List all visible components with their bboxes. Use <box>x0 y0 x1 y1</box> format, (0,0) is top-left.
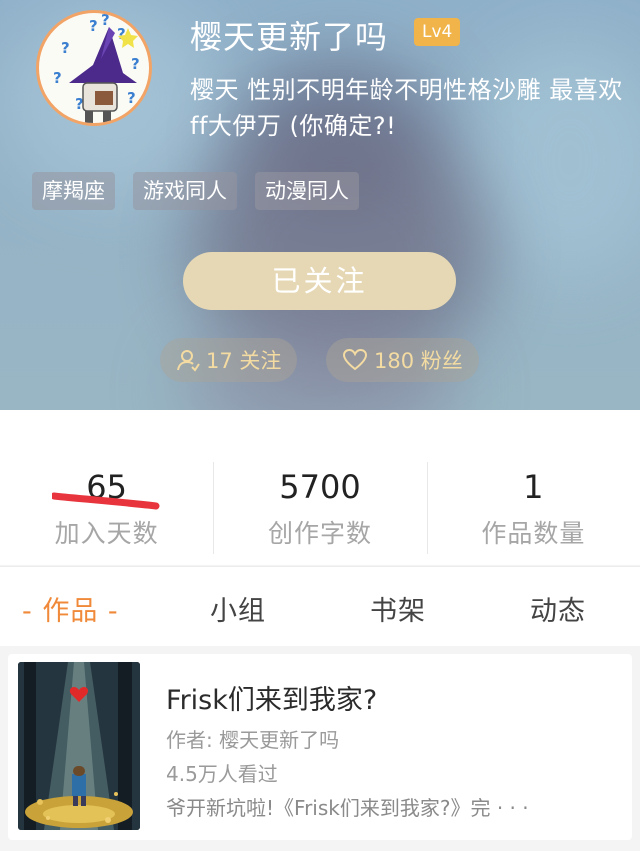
stat-days-joined: 65 加入天数 <box>0 410 213 565</box>
bio: 樱天 性别不明年龄不明性格沙雕 最喜欢ff大伊万 (你确定?! <box>190 76 623 140</box>
stat-word-count: 5700 创作字数 <box>213 410 426 565</box>
work-cover-image[interactable] <box>18 662 140 830</box>
tag-capricorn[interactable]: 摩羯座 <box>32 172 115 210</box>
fans-count[interactable]: 180 粉丝 <box>326 338 479 382</box>
stat-value: 1 <box>523 468 544 506</box>
svg-text:?: ? <box>127 89 136 107</box>
cover-illustration <box>18 662 140 830</box>
avatar[interactable]: ??? ??? ?? <box>36 10 152 126</box>
tab-groups[interactable]: 小组 <box>210 589 266 628</box>
svg-text:?: ? <box>61 39 70 57</box>
wizard-avatar-icon: ??? ??? ?? <box>53 13 140 123</box>
heart-icon <box>342 348 368 371</box>
profile-header: ??? ??? ?? 樱天更新了吗 Lv4 樱天 性别不明年龄不明性格沙雕 最喜… <box>0 0 640 410</box>
stats-bar: 65 加入天数 5700 创作字数 1 作品数量 <box>0 410 640 565</box>
work-views: 4.5万人看过 <box>166 762 278 786</box>
tag-game-fanfic[interactable]: 游戏同人 <box>133 172 237 210</box>
svg-text:?: ? <box>89 17 98 35</box>
stat-label: 作品数量 <box>481 519 586 548</box>
following-label: 17 关注 <box>206 349 282 373</box>
tag-anime-fanfic[interactable]: 动漫同人 <box>255 172 359 210</box>
level-badge: Lv4 <box>414 18 461 46</box>
tab-works[interactable]: - 作品 - <box>22 589 119 628</box>
svg-text:?: ? <box>131 55 140 73</box>
stat-work-count: 1 作品数量 <box>426 410 640 565</box>
stat-label: 创作字数 <box>267 519 372 548</box>
following-count[interactable]: 17 关注 <box>160 338 298 382</box>
svg-text:?: ? <box>53 69 62 87</box>
red-scribble-mark <box>52 492 160 510</box>
tag-list: 摩羯座 游戏同人 动漫同人 <box>32 172 359 210</box>
fans-label: 180 粉丝 <box>374 349 463 373</box>
work-summary: 爷开新坑啦!《Frisk们来到我家?》完 · · · <box>166 796 529 820</box>
person-icon <box>177 350 200 372</box>
svg-text:?: ? <box>101 13 110 29</box>
work-title[interactable]: Frisk们来到我家? <box>166 678 377 717</box>
work-card[interactable]: Frisk们来到我家? 作者: 樱天更新了吗 4.5万人看过 爷开新坑啦!《Fr… <box>8 654 632 840</box>
stat-value: 5700 <box>279 468 361 506</box>
username: 樱天更新了吗 <box>190 18 389 56</box>
work-author: 作者: 樱天更新了吗 <box>166 728 340 752</box>
tab-activity[interactable]: 动态 <box>530 589 586 628</box>
tab-bookshelf[interactable]: 书架 <box>370 589 426 628</box>
followed-button[interactable]: 已关注 <box>183 252 456 310</box>
tab-bar: - 作品 - 小组 书架 动态 <box>0 566 640 646</box>
stat-label: 加入天数 <box>54 519 159 548</box>
